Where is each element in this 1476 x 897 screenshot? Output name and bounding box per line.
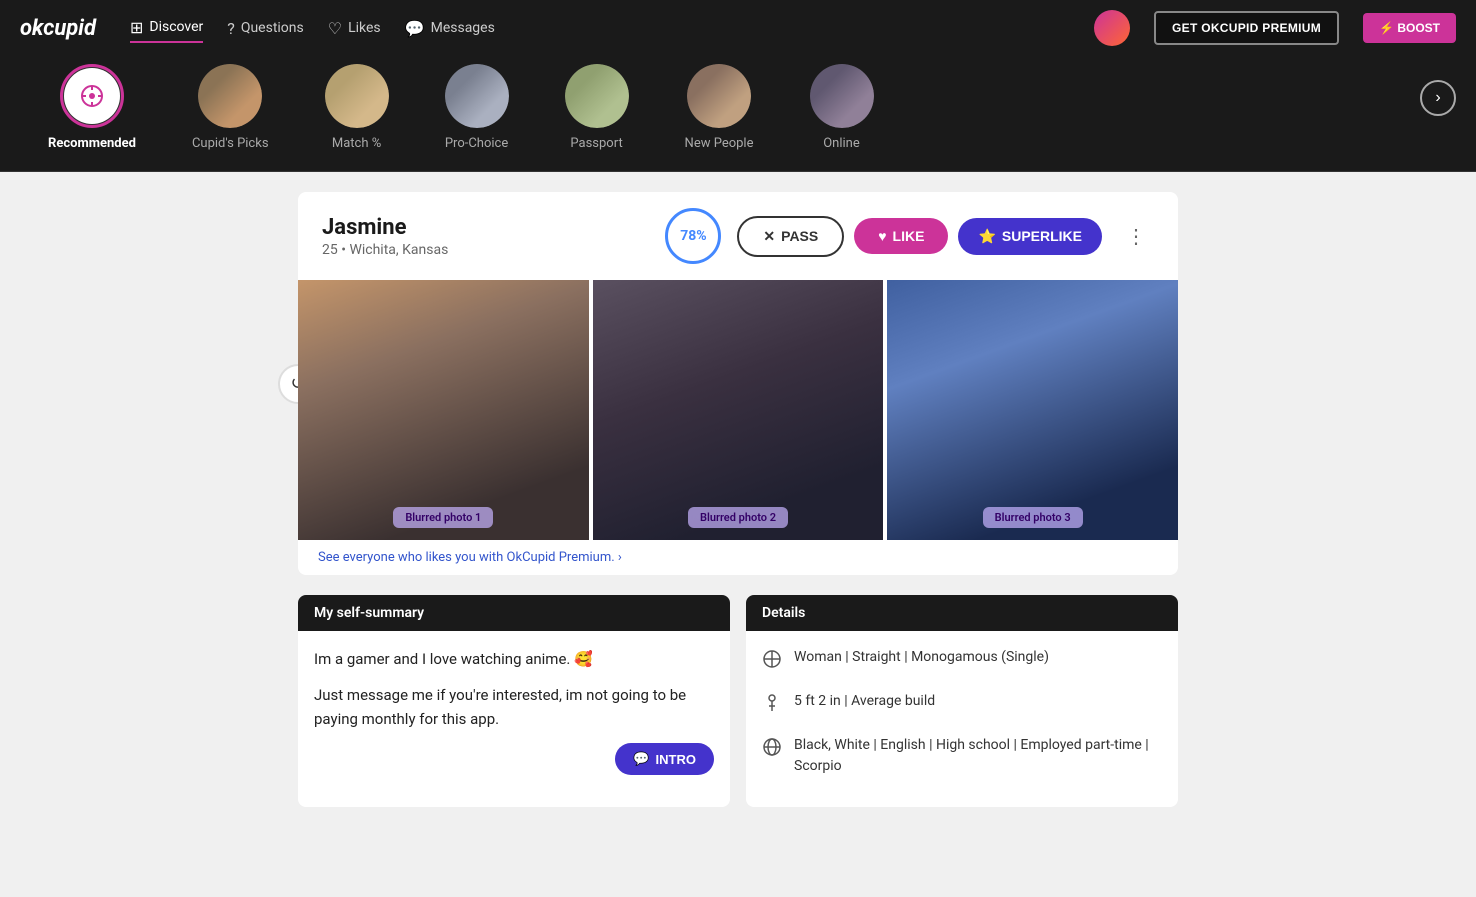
like-button[interactable]: ♥ LIKE xyxy=(854,218,948,254)
profile-header: Jasmine 25 • Wichita, Kansas 78% ✕ PASS … xyxy=(298,192,1178,280)
superlike-icon: ⭐ xyxy=(978,228,995,245)
questions-icon: ? xyxy=(227,19,235,38)
detail-row-2: Black, White | English | High school | E… xyxy=(762,735,1162,777)
height-icon xyxy=(762,693,782,721)
nav-questions[interactable]: ? Questions xyxy=(227,15,304,42)
profile-photo-3[interactable]: Blurred photo 3 xyxy=(887,280,1178,540)
profile-photo-2[interactable]: Blurred photo 2 xyxy=(593,280,884,540)
match-percentage: 78% xyxy=(665,208,721,264)
profile-name: Jasmine xyxy=(322,215,649,240)
self-summary-body: Im a gamer and I love watching anime. 🥰 … xyxy=(298,631,730,791)
category-online[interactable]: Online xyxy=(782,56,902,159)
main-content: ↺ Jasmine 25 • Wichita, Kansas 78% ✕ PAS… xyxy=(278,172,1198,847)
category-new-people[interactable]: New People xyxy=(657,56,782,159)
category-cupids-picks[interactable]: Cupid's Picks xyxy=(164,56,297,159)
cupids-picks-icon-wrap xyxy=(198,64,262,128)
action-buttons: ✕ PASS ♥ LIKE ⭐ SUPERLIKE xyxy=(737,216,1102,257)
profile-card: ↺ Jasmine 25 • Wichita, Kansas 78% ✕ PAS… xyxy=(298,192,1178,575)
superlike-button[interactable]: ⭐ SUPERLIKE xyxy=(958,218,1102,255)
discover-icon: ⊞ xyxy=(130,18,143,37)
message-icon: 💬 xyxy=(633,751,649,767)
x-icon: ✕ xyxy=(763,228,775,245)
pro-choice-icon-wrap xyxy=(445,64,509,128)
logo[interactable]: okcupid xyxy=(20,16,96,41)
photo-badge-3: Blurred photo 3 xyxy=(983,507,1083,528)
category-passport[interactable]: Passport xyxy=(537,56,657,159)
gender-icon xyxy=(762,649,782,677)
details-body: Woman | Straight | Monogamous (Single) 5… xyxy=(746,631,1178,807)
likes-icon: ♡ xyxy=(328,19,342,38)
self-summary-box: My self-summary Im a gamer and I love wa… xyxy=(298,595,730,807)
photos-row: Blurred photo 1 Blurred photo 2 Blurred … xyxy=(298,280,1178,540)
category-recommended[interactable]: Recommended xyxy=(20,56,164,159)
info-row: My self-summary Im a gamer and I love wa… xyxy=(298,595,1178,807)
more-options-button[interactable]: ⋮ xyxy=(1118,220,1154,253)
passport-icon-wrap xyxy=(565,64,629,128)
self-summary-header: My self-summary xyxy=(298,595,730,631)
top-navigation: okcupid ⊞ Discover ? Questions ♡ Likes 💬… xyxy=(0,0,1476,56)
premium-button[interactable]: GET OKCUPID PREMIUM xyxy=(1154,11,1339,45)
summary-text-2: Just message me if you're interested, im… xyxy=(314,683,714,731)
online-icon-wrap xyxy=(810,64,874,128)
globe-icon xyxy=(762,737,782,765)
nav-likes[interactable]: ♡ Likes xyxy=(328,15,381,42)
pass-button[interactable]: ✕ PASS xyxy=(737,216,844,257)
match-icon-wrap xyxy=(325,64,389,128)
summary-text-1: Im a gamer and I love watching anime. 🥰 xyxy=(314,647,714,671)
detail-row-0: Woman | Straight | Monogamous (Single) xyxy=(762,647,1162,677)
profile-age-location: 25 • Wichita, Kansas xyxy=(322,242,649,258)
new-people-icon-wrap xyxy=(687,64,751,128)
profile-photo-1[interactable]: Blurred photo 1 xyxy=(298,280,589,540)
heart-icon: ♥ xyxy=(878,228,886,244)
photo-badge-2: Blurred photo 2 xyxy=(688,507,788,528)
detail-row-1: 5 ft 2 in | Average build xyxy=(762,691,1162,721)
category-match[interactable]: Match % xyxy=(297,56,417,159)
category-bar: Recommended Cupid's Picks Match % Pro-Ch… xyxy=(0,56,1476,172)
nav-discover[interactable]: ⊞ Discover xyxy=(130,14,203,43)
photo-badge-1: Blurred photo 1 xyxy=(393,507,493,528)
details-header: Details xyxy=(746,595,1178,631)
recommended-icon-wrap xyxy=(60,64,124,128)
intro-button[interactable]: 💬 INTRO xyxy=(615,743,714,775)
premium-promo[interactable]: See everyone who likes you with OkCupid … xyxy=(298,540,1178,575)
nav-messages[interactable]: 💬 Messages xyxy=(405,15,495,42)
next-category-button[interactable]: › xyxy=(1420,80,1456,116)
messages-icon: 💬 xyxy=(405,19,425,38)
recommended-icon xyxy=(64,68,120,124)
boost-button[interactable]: ⚡ BOOST xyxy=(1363,13,1456,43)
details-box: Details Woman | Straight | Monogamous (S… xyxy=(746,595,1178,807)
profile-name-section: Jasmine 25 • Wichita, Kansas xyxy=(322,215,649,258)
user-avatar[interactable] xyxy=(1094,10,1130,46)
category-pro-choice[interactable]: Pro-Choice xyxy=(417,56,537,159)
